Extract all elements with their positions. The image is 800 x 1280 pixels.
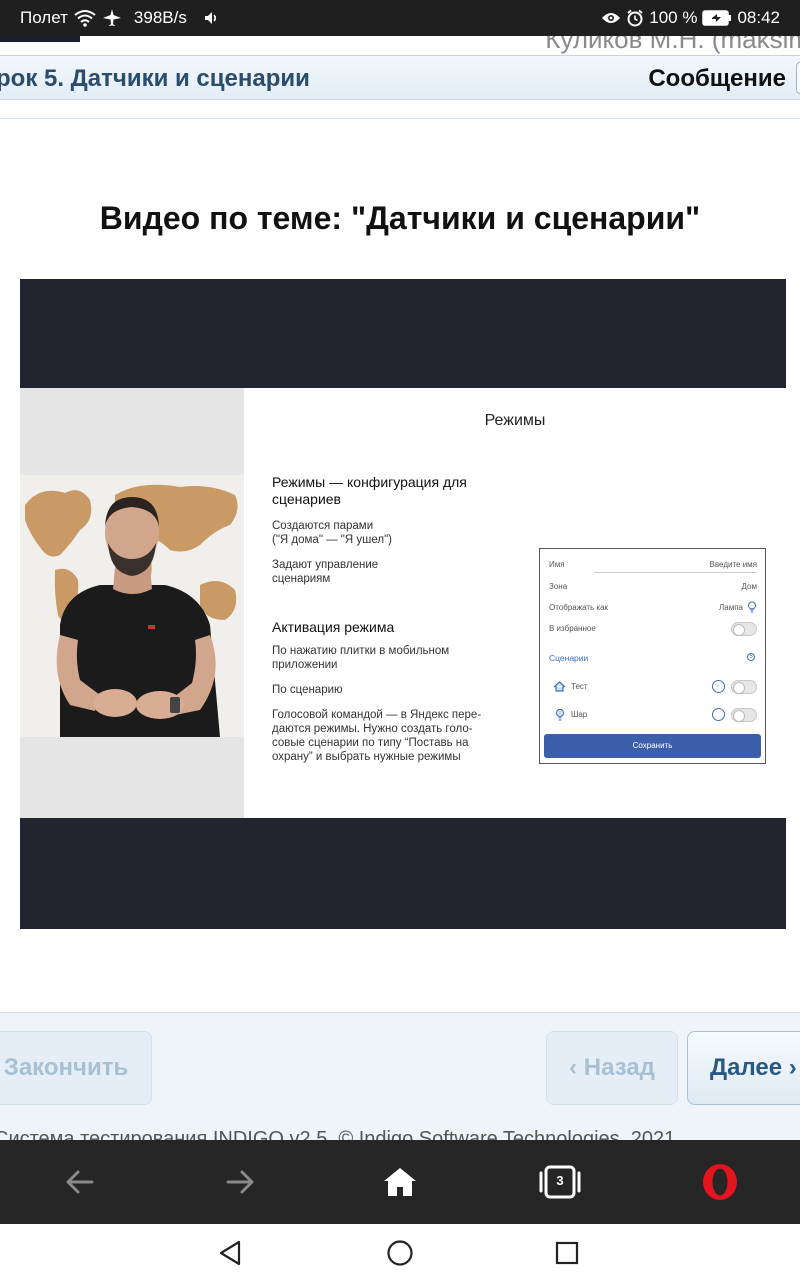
mock-scenario-item: Тест: [549, 680, 757, 698]
mock-scenarios-row: Сценарии 5: [549, 653, 757, 663]
forward-arrow-icon[interactable]: [216, 1158, 264, 1206]
mock-display-row: Отображать как Лампа: [549, 601, 757, 615]
user-header: Куликов М.Н. (maksim: [0, 36, 800, 54]
mock-favorites-row: В избранное: [549, 622, 757, 640]
back-arrow-icon[interactable]: [56, 1158, 104, 1206]
slide-text-line: По нажатию плитки в мобильном: [272, 645, 450, 657]
mock-zone-row: Зона Дом: [549, 582, 757, 591]
slide-text-line: Голосовой командой — в Яндекс пере-: [272, 709, 482, 721]
user-name[interactable]: Куликов М.Н. (maksim: [545, 36, 800, 54]
finish-button[interactable]: Закончить: [0, 1031, 152, 1105]
message-link[interactable]: Сообщение: [648, 65, 786, 93]
mock-zone-label: Зона: [549, 582, 568, 591]
opera-menu-icon[interactable]: [696, 1158, 744, 1206]
lesson-navigation: Закончить ‹ Назад Далее ›: [0, 1012, 800, 1140]
wifi-icon: [74, 9, 96, 27]
video-heading: Видео по теме: "Датчики и сценарии": [99, 200, 701, 236]
mock-name-label: Имя: [549, 560, 565, 569]
network-speed: 398B/s: [133, 8, 187, 27]
tabs-count: 3: [556, 1173, 564, 1188]
video-frame-slide: Режимы Режимы — конфигурация для сценари…: [20, 388, 786, 818]
mock-name-row: Имя Введите имя: [549, 560, 757, 573]
lesson-bar: рок 5. Датчики и сценарии Сообщение: [0, 55, 800, 100]
eye-icon: [601, 11, 621, 25]
mock-scenario-item: Шар: [549, 708, 757, 726]
slide-section1-heading: Режимы — конфигурация для сценариев: [272, 474, 467, 507]
alarm-icon: [626, 9, 644, 27]
video-player[interactable]: Режимы Режимы — конфигурация для сценари…: [20, 279, 786, 929]
slide-text-line: даются режимы. Нужно создать голо-: [272, 723, 473, 735]
message-field-edge[interactable]: [796, 62, 800, 94]
slide-text-line: совые сценарии по типу “Поставь на: [272, 737, 469, 749]
mock-name-placeholder: Введите имя: [709, 560, 757, 569]
bulb-icon: [747, 601, 757, 615]
nav-home-icon[interactable]: [383, 1236, 417, 1270]
status-bar: Полет 398B/s 100 % 08:42: [0, 0, 800, 36]
mock-favorites-label: В избранное: [549, 624, 596, 633]
mock-save-button: Сохранить: [544, 734, 761, 758]
mock-display-value: Лампа: [719, 603, 743, 612]
mock-item2-toggle: [731, 708, 757, 722]
mock-item1-label: Тест: [571, 682, 588, 691]
slide-text-line: приложении: [272, 659, 338, 671]
app-settings-mockup: Имя Введите имя Зона Дом Отображать как …: [539, 548, 766, 764]
next-button[interactable]: Далее ›: [687, 1031, 800, 1105]
presenter-image: [20, 475, 244, 737]
back-button[interactable]: ‹ Назад: [546, 1031, 678, 1105]
mock-display-label: Отображать как: [549, 603, 609, 612]
slide-text-line: По сценарию: [272, 684, 343, 696]
mock-item2-label: Шар: [571, 710, 588, 719]
volume-icon: [203, 10, 219, 26]
slide-section2-heading: Активация режима: [272, 619, 395, 635]
carrier-label: Полет: [20, 8, 68, 27]
home-icon[interactable]: [376, 1158, 424, 1206]
system-navigation-bar: [0, 1224, 800, 1280]
battery-icon: [702, 10, 732, 26]
header-tab: [0, 36, 80, 42]
mock-item1-radio: [712, 680, 725, 693]
slide-text-line: Задают управление: [272, 559, 379, 571]
slide-text-line: Создаются парами: [272, 520, 374, 532]
tabs-icon[interactable]: 3: [536, 1158, 584, 1206]
mock-favorites-toggle: [731, 622, 757, 636]
mock-item2-radio: [712, 708, 725, 721]
mock-zone-value: Дом: [741, 582, 757, 591]
slide-text-line: сценариям: [272, 573, 331, 585]
mock-scenarios-label: Сценарии: [549, 653, 589, 663]
home-icon: [553, 681, 566, 694]
browser-toolbar: 3: [0, 1140, 800, 1224]
nav-recents-icon[interactable]: [550, 1236, 584, 1270]
battery-percent: 100 %: [649, 8, 698, 27]
slide-text-line: ("Я дома" — "Я ушел"): [272, 534, 392, 546]
slide-text-line: охрану” и выбрать нужные режимы: [272, 751, 461, 763]
slide-title: Режимы: [484, 412, 546, 429]
bulb-icon: [555, 708, 565, 723]
nav-back-icon[interactable]: [213, 1236, 247, 1270]
airplane-icon: [102, 8, 122, 28]
divider: [0, 118, 800, 119]
mock-item1-toggle: [731, 680, 757, 694]
mock-scenarios-count: 5: [747, 653, 755, 661]
lesson-title: рок 5. Датчики и сценарии: [0, 65, 310, 92]
clock: 08:42: [737, 8, 780, 27]
